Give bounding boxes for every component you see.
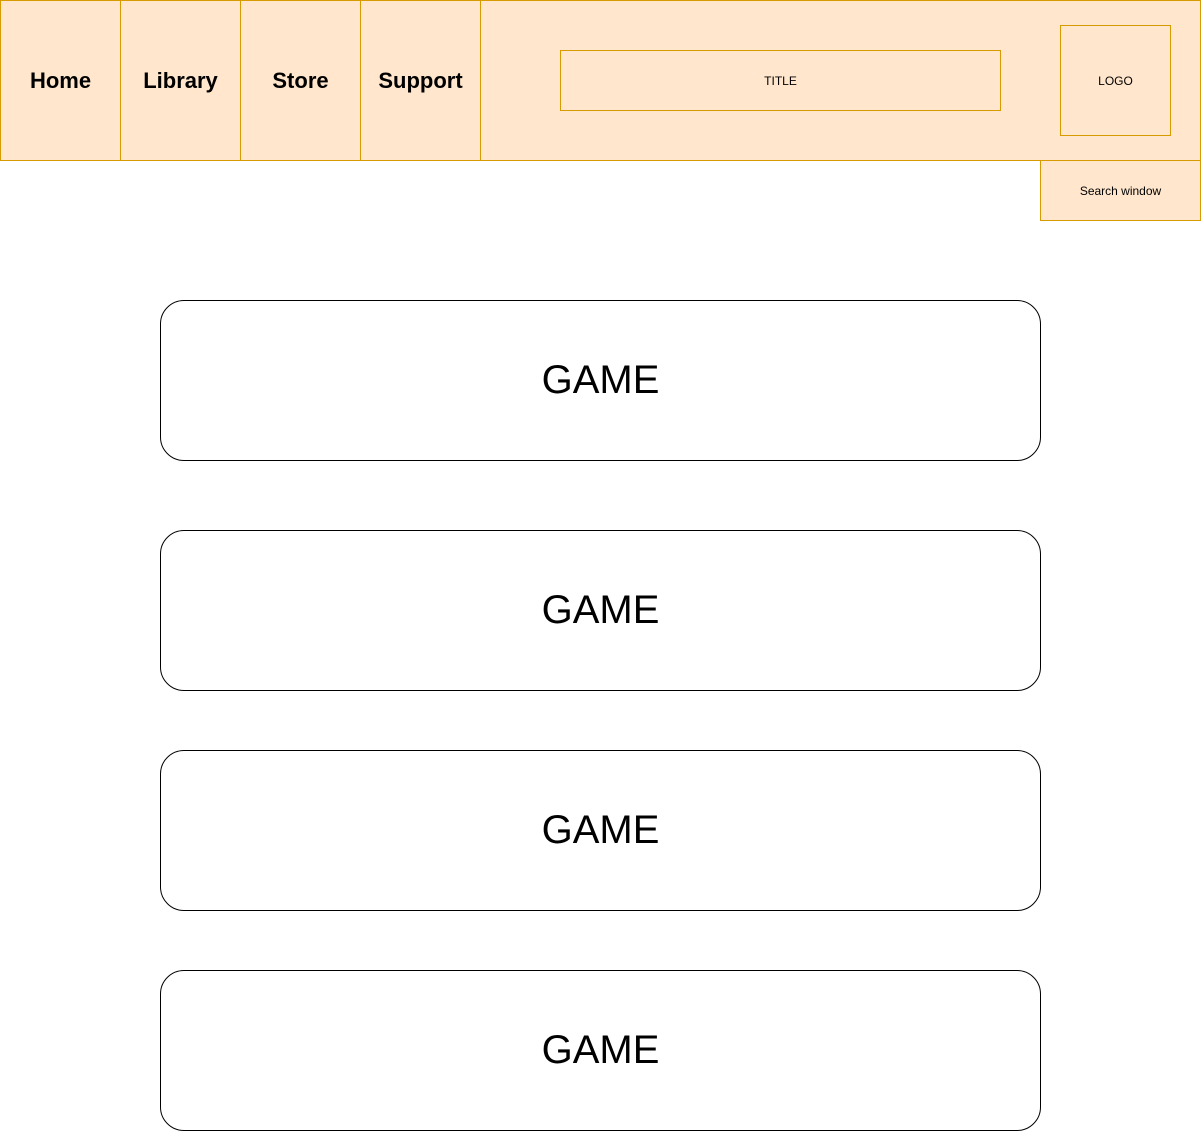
page-title-text: TITLE bbox=[764, 73, 797, 88]
nav-item-label: Library bbox=[143, 67, 218, 93]
nav-item-support[interactable]: Support bbox=[360, 0, 481, 161]
nav-item-store[interactable]: Store bbox=[240, 0, 361, 161]
nav-item-label: Support bbox=[378, 67, 463, 93]
nav-item-label: Home bbox=[29, 67, 92, 93]
logo[interactable]: LOGO bbox=[1060, 25, 1171, 136]
nav-item-label: Store bbox=[272, 67, 329, 93]
search-window-label: Search window bbox=[1079, 183, 1162, 198]
logo-text: LOGO bbox=[1098, 73, 1133, 88]
game-card-label: GAME bbox=[541, 358, 660, 402]
nav-item-library[interactable]: Library bbox=[120, 0, 241, 161]
game-card[interactable]: GAME bbox=[160, 970, 1041, 1131]
search-window[interactable]: Search window bbox=[1040, 160, 1201, 221]
nav-item-home[interactable]: Home bbox=[0, 0, 121, 161]
game-card-label: GAME bbox=[541, 1028, 660, 1072]
game-card-label: GAME bbox=[541, 588, 660, 632]
page-title: TITLE bbox=[560, 50, 1001, 111]
game-card[interactable]: GAME bbox=[160, 750, 1041, 911]
game-card-label: GAME bbox=[541, 808, 660, 852]
game-card[interactable]: GAME bbox=[160, 530, 1041, 691]
game-card[interactable]: GAME bbox=[160, 300, 1041, 461]
